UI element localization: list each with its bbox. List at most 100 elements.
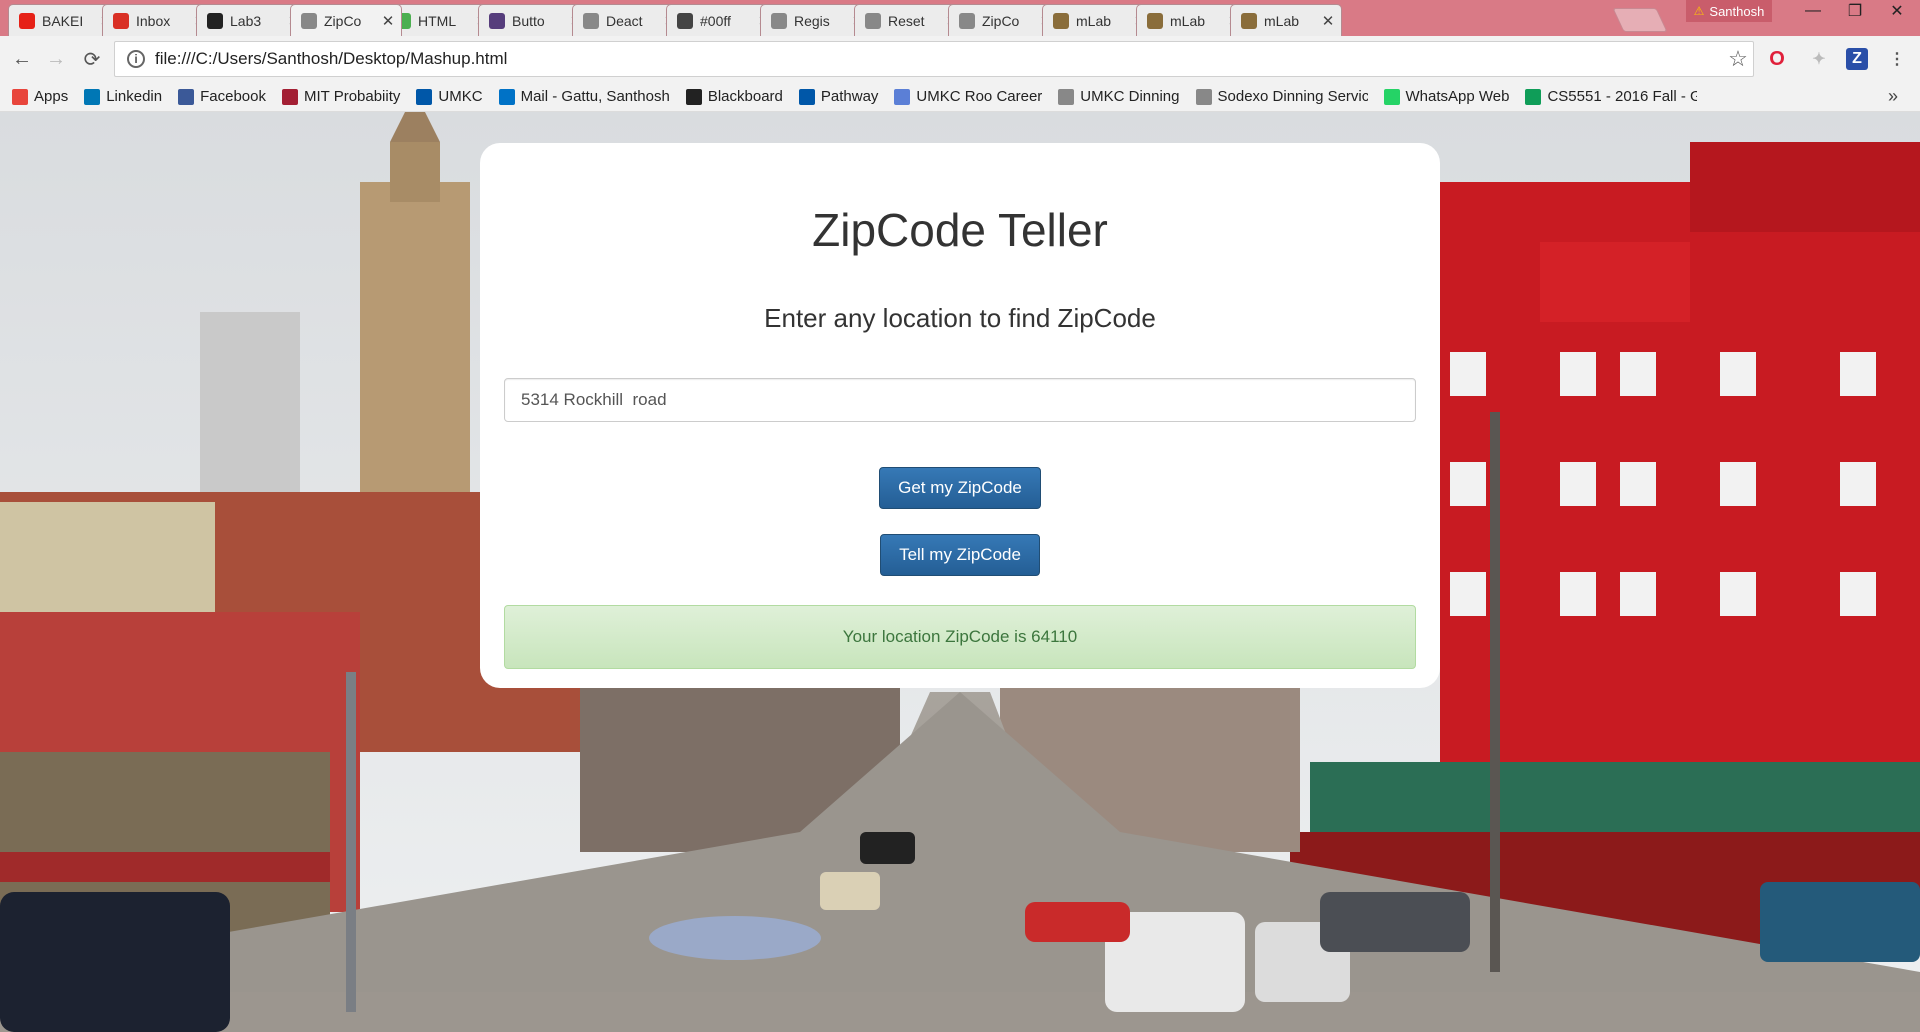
page-title: ZipCode Teller: [812, 204, 1108, 256]
bookmark-item[interactable]: MIT Probabiity: [281, 88, 401, 105]
maximize-icon[interactable]: ❐: [1834, 0, 1876, 22]
bookmark-item[interactable]: UMKC Roo Career: [894, 88, 1042, 105]
tab-title: HTML: [418, 12, 457, 29]
roo-career-icon: [894, 88, 911, 105]
bookmark-item[interactable]: Blackboard: [685, 88, 783, 105]
result-text: Your location ZipCode is 64110: [842, 627, 1078, 646]
bookmark-item[interactable]: Linkedin: [84, 88, 162, 105]
tab-close-icon[interactable]: ✕: [1321, 12, 1335, 30]
tab-title: ZipCo: [982, 12, 1020, 29]
linkedin-icon: [84, 88, 101, 105]
minimize-icon[interactable]: —: [1792, 0, 1834, 22]
page-icon: [1058, 88, 1075, 105]
bookmark-item[interactable]: UMKC Dinning: [1058, 88, 1180, 105]
tab-13[interactable]: mLab ✕: [1230, 4, 1342, 36]
bookmark-label: WhatsApp Web: [1405, 88, 1510, 105]
bookmark-item[interactable]: Pathway: [798, 88, 879, 105]
bookmark-label: Facebook: [200, 88, 266, 105]
zotero-icon[interactable]: Z: [1846, 48, 1868, 70]
page-icon: [865, 12, 881, 29]
page-icon: [583, 12, 599, 29]
sheets-icon: [1525, 88, 1542, 105]
address-bar[interactable]: i file:///C:/Users/Santhosh/Desktop/Mash…: [114, 41, 1754, 77]
warning-icon: ⚠: [1693, 4, 1705, 18]
back-arrow-icon[interactable]: ←: [8, 45, 36, 73]
get-zipcode-button[interactable]: Get my ZipCode: [879, 467, 1041, 509]
bookmark-item[interactable]: CS5551 - 2016 Fall - G: [1525, 88, 1697, 105]
info-icon[interactable]: i: [127, 50, 145, 68]
extension-puzzle-icon[interactable]: ✦: [1808, 48, 1830, 70]
menu-kebab-icon[interactable]: ⋮: [1886, 48, 1908, 70]
tab-title: ZipCo: [324, 12, 362, 29]
page-icon: [301, 12, 317, 29]
bookmarks-bar: Apps Linkedin Facebook MIT Probabiity UMKC Ma…: [0, 82, 1920, 112]
tell-zipcode-button[interactable]: Tell my ZipCode: [880, 534, 1040, 576]
bookmark-label: Blackboard: [707, 88, 783, 105]
bookmark-label: Linkedin: [106, 88, 163, 105]
browser-toolbar: ← → ⟳ i file:///C:/Users/Santhosh/Deskto…: [0, 36, 1920, 83]
page-icon: [959, 12, 975, 29]
tab-title: Reset: [888, 12, 925, 29]
youtube-icon: [19, 12, 35, 29]
mlab-icon: [1241, 12, 1257, 29]
bookmark-item[interactable]: Sodexo Dinning Services: [1195, 88, 1368, 105]
forward-arrow-icon[interactable]: →: [42, 45, 70, 73]
bookmark-item[interactable]: Apps: [12, 88, 68, 105]
pin-icon: [677, 12, 693, 29]
bookmarks-overflow-chevron-icon[interactable]: »: [1888, 86, 1898, 107]
bookmark-label: Apps: [34, 88, 69, 105]
tab-title: #00ff: [700, 12, 731, 29]
bookmark-label: Sodexo Dinning Services: [1217, 88, 1368, 105]
url-text[interactable]: file:///C:/Users/Santhosh/Desktop/Mashup…: [155, 49, 1723, 69]
tab-title: mLab: [1170, 12, 1206, 29]
bookmark-star-icon[interactable]: ☆: [1723, 46, 1753, 72]
umkc-icon: [798, 88, 815, 105]
bookmark-item[interactable]: Facebook: [178, 88, 266, 105]
page-subtitle: Enter any location to find ZipCode: [764, 303, 1156, 333]
outlook-icon: [498, 88, 515, 105]
bookmark-label: UMKC: [438, 88, 483, 105]
github-icon: [207, 12, 223, 29]
tab-strip: BAKEI✕Inbox✕Lab3✕ZipCo✕HTML✕Butto✕Deact✕…: [0, 0, 1920, 36]
apps-grid-icon: [12, 88, 28, 105]
tab-3[interactable]: ZipCo ✕: [290, 4, 402, 36]
page-viewport: ZipCode Teller Enter any location to fin…: [0, 112, 1920, 1032]
tab-title: mLab: [1264, 12, 1300, 29]
profile-button[interactable]: ⚠ Santhosh: [1686, 0, 1772, 22]
mlab-icon: [1147, 12, 1163, 29]
blackboard-icon: [685, 88, 702, 105]
page-icon: [1195, 88, 1212, 105]
bookmark-label: MIT Probabiity: [303, 88, 401, 105]
tab-title: BAKEI: [42, 12, 84, 29]
gmail-icon: [113, 12, 129, 29]
umkc-icon: [416, 88, 433, 105]
mlab-icon: [1053, 12, 1069, 29]
profile-name: Santhosh: [1709, 3, 1765, 19]
bookmark-item[interactable]: Mail - Gattu, Santhosh: [498, 88, 670, 105]
page-icon: [771, 12, 787, 29]
bookmark-item[interactable]: UMKC: [416, 88, 483, 105]
tab-close-icon[interactable]: ✕: [381, 12, 395, 30]
reload-icon[interactable]: ⟳: [78, 45, 106, 73]
bootstrap-icon: [489, 12, 505, 29]
bookmark-item[interactable]: WhatsApp Web: [1383, 88, 1510, 105]
tab-title: mLab: [1076, 12, 1112, 29]
tab-title: Inbox: [136, 12, 171, 29]
bookmark-label: Mail - Gattu, Santhosh: [520, 88, 670, 105]
tab-title: Regis: [794, 12, 830, 29]
zipcode-card: ZipCode Teller Enter any location to fin…: [480, 143, 1440, 688]
bookmark-label: Pathway: [820, 88, 879, 105]
facebook-icon: [178, 88, 195, 105]
location-input[interactable]: [504, 378, 1416, 422]
zipcode-result-alert: Your location ZipCode is 64110: [504, 605, 1416, 669]
bookmark-label: CS5551 - 2016 Fall - G: [1547, 88, 1698, 105]
opera-icon[interactable]: O: [1766, 48, 1788, 70]
mit-ocw-icon: [281, 88, 298, 105]
whatsapp-icon: [1383, 88, 1400, 105]
tab-title: Butto: [512, 12, 545, 29]
tab-title: Deact: [606, 12, 643, 29]
close-window-icon[interactable]: ✕: [1876, 0, 1918, 22]
tab-title: Lab3: [230, 12, 262, 29]
new-tab-button[interactable]: [1612, 8, 1668, 32]
bookmark-label: UMKC Roo Career: [916, 88, 1043, 105]
